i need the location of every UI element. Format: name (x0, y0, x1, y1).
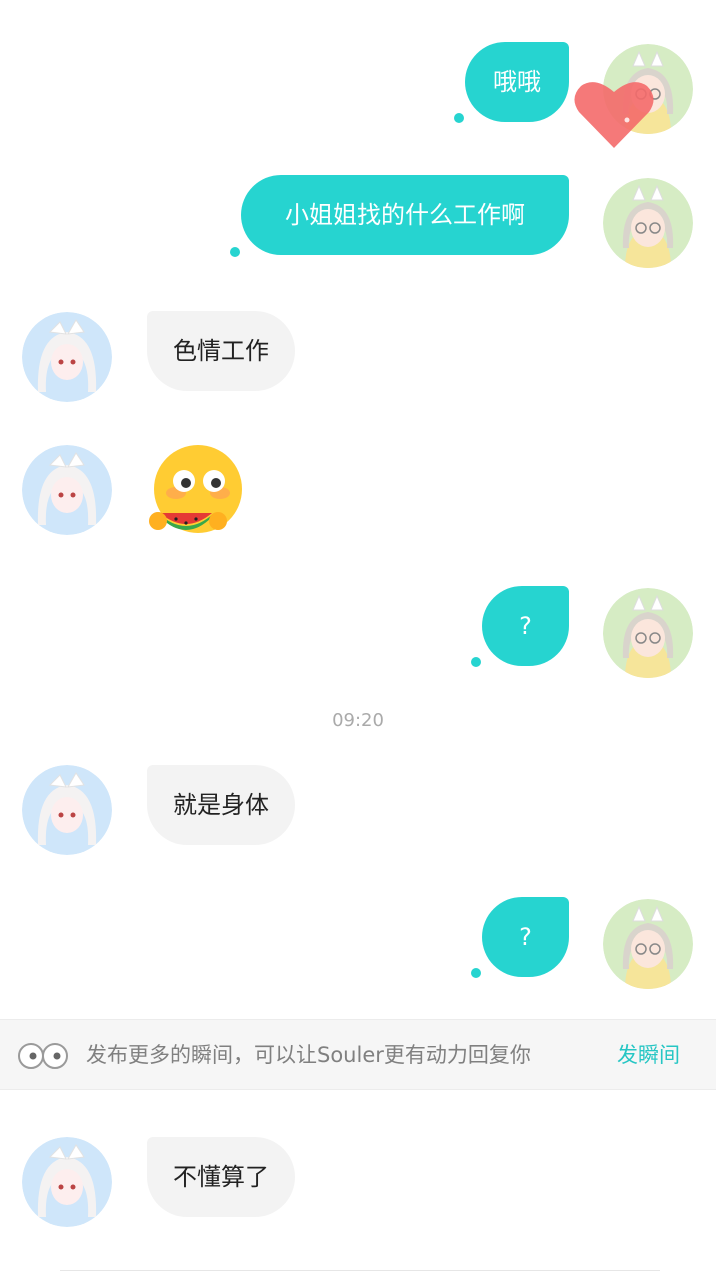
message-bubble-outgoing[interactable]: ? (482, 897, 569, 977)
banner-text: 发布更多的瞬间，可以让Souler更有动力回复你 (86, 1043, 531, 1067)
read-indicator-dot (471, 657, 481, 667)
self-avatar[interactable] (603, 899, 693, 989)
message-bubble-outgoing[interactable]: 小姐姐找的什么工作啊 (241, 175, 569, 255)
self-avatar[interactable] (603, 588, 693, 678)
contact-avatar[interactable] (22, 445, 112, 535)
chat-timestamp: 09:20 (332, 710, 384, 731)
read-indicator-dot (230, 247, 240, 257)
contact-avatar[interactable] (22, 765, 112, 855)
message-bubble-outgoing[interactable]: ? (482, 586, 569, 666)
message-bubble-incoming[interactable]: 色情工作 (147, 311, 295, 391)
heart-like-icon (574, 82, 654, 148)
read-indicator-dot (454, 113, 464, 123)
contact-avatar[interactable] (22, 1137, 112, 1227)
bottom-divider (60, 1270, 660, 1271)
message-bubble-incoming[interactable]: 不懂算了 (147, 1137, 295, 1217)
flushed-watermelon-emoji[interactable] (146, 443, 248, 541)
contact-avatar[interactable] (22, 312, 112, 402)
eyes-icon (18, 1043, 68, 1069)
post-moment-banner: 发布更多的瞬间，可以让Souler更有动力回复你 发瞬间 (0, 1019, 716, 1090)
self-avatar[interactable] (603, 178, 693, 268)
post-moment-link[interactable]: 发瞬间 (617, 1020, 680, 1091)
read-indicator-dot (471, 968, 481, 978)
message-bubble-outgoing[interactable]: 哦哦 (465, 42, 569, 122)
message-bubble-incoming[interactable]: 就是身体 (147, 765, 295, 845)
